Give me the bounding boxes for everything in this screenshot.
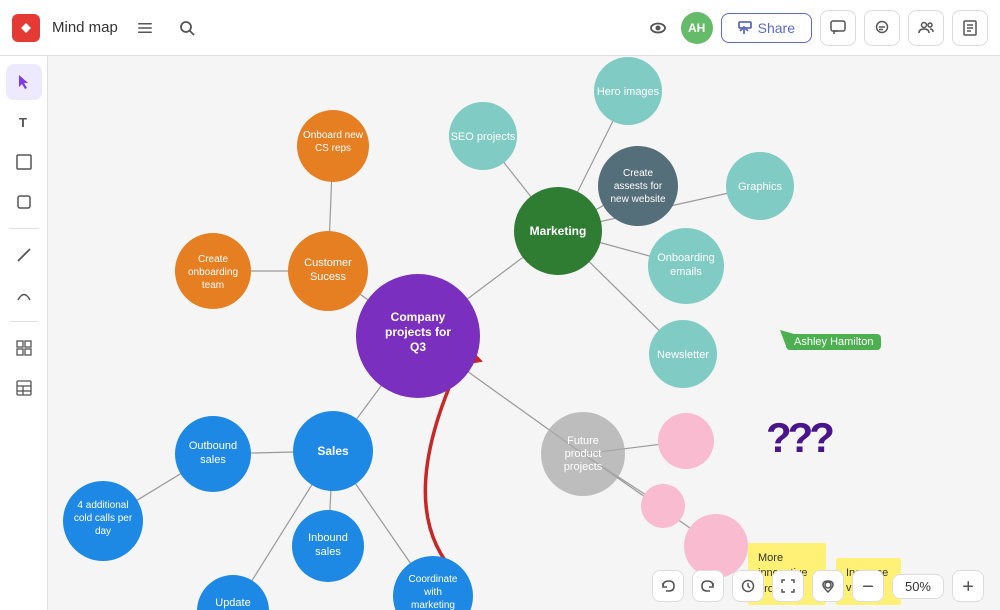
toolbar-right: AH Share — [643, 10, 988, 46]
tool-cursor[interactable] — [6, 64, 42, 100]
bottom-toolbar: 50% — [636, 562, 1000, 610]
history-button[interactable] — [732, 570, 764, 602]
undo-button[interactable] — [652, 570, 684, 602]
svg-text:Marketing: Marketing — [530, 224, 587, 238]
svg-text:Inbound: Inbound — [308, 532, 348, 544]
app-title: Mind map — [52, 19, 118, 36]
tool-text[interactable]: T — [6, 104, 42, 140]
svg-text:Hero images: Hero images — [597, 86, 660, 98]
svg-text:marketing: marketing — [411, 600, 455, 610]
sidebar: T — [0, 56, 48, 610]
zoom-in-button[interactable] — [952, 570, 984, 602]
svg-text:Create: Create — [623, 168, 653, 179]
svg-text:T: T — [19, 115, 27, 130]
svg-text:sales: sales — [315, 546, 341, 558]
svg-text:CS reps: CS reps — [315, 143, 351, 154]
svg-text:Newsletter: Newsletter — [657, 349, 709, 361]
share-label: Share — [758, 20, 795, 36]
svg-text:4 additional: 4 additional — [77, 500, 128, 511]
svg-text:Outbound: Outbound — [189, 440, 237, 452]
svg-text:product: product — [565, 448, 602, 460]
avatar-button[interactable]: AH — [681, 12, 713, 44]
svg-text:Onboard new: Onboard new — [303, 130, 364, 141]
svg-text:assests for: assests for — [614, 181, 663, 192]
fit-button[interactable] — [772, 570, 804, 602]
menu-button[interactable] — [130, 13, 160, 43]
svg-text:Create: Create — [198, 254, 228, 265]
tool-table[interactable] — [6, 370, 42, 406]
svg-text:projects for: projects for — [385, 325, 451, 339]
svg-text:sales: sales — [200, 454, 226, 466]
svg-text:emails: emails — [670, 266, 702, 278]
cursor-label: Ashley Hamilton — [786, 334, 881, 350]
toolbar-left: Mind map — [12, 13, 202, 43]
svg-text:Update: Update — [215, 597, 250, 609]
docs-button[interactable] — [952, 10, 988, 46]
eye-button[interactable] — [643, 13, 673, 43]
svg-text:projects: projects — [564, 461, 603, 473]
svg-text:day: day — [95, 526, 111, 537]
svg-text:Future: Future — [567, 435, 599, 447]
app-logo — [12, 14, 40, 42]
comment-button[interactable] — [820, 10, 856, 46]
svg-text:Sucess: Sucess — [310, 271, 347, 283]
question-marks: ??? — [766, 414, 831, 462]
svg-text:onboarding: onboarding — [188, 267, 238, 278]
svg-text:Graphics: Graphics — [738, 181, 783, 193]
svg-text:Customer: Customer — [304, 257, 352, 269]
svg-text:Coordinate: Coordinate — [409, 574, 458, 585]
mindmap-svg: Company projects for Q3 Marketing Sales … — [48, 56, 1000, 610]
zoom-display: 50% — [892, 574, 944, 599]
location-button[interactable] — [812, 570, 844, 602]
tool-connector[interactable] — [6, 277, 42, 313]
svg-text:Company: Company — [391, 310, 446, 324]
svg-text:with: with — [423, 587, 442, 598]
people-button[interactable] — [908, 10, 944, 46]
svg-text:Q3: Q3 — [410, 340, 426, 354]
zoom-out-button[interactable] — [852, 570, 884, 602]
svg-text:new website: new website — [610, 194, 665, 205]
redo-button[interactable] — [692, 570, 724, 602]
svg-text:team: team — [202, 280, 224, 291]
svg-text:cold calls per: cold calls per — [74, 513, 133, 524]
tool-shape[interactable] — [6, 184, 42, 220]
svg-text:Onboarding: Onboarding — [657, 252, 715, 264]
chat-button[interactable] — [864, 10, 900, 46]
svg-text:Sales: Sales — [317, 444, 349, 458]
canvas[interactable]: Company projects for Q3 Marketing Sales … — [48, 56, 1000, 610]
search-button[interactable] — [172, 13, 202, 43]
tool-line[interactable] — [6, 237, 42, 273]
toolbar: Mind map AH Share — [0, 0, 1000, 56]
tool-grid[interactable] — [6, 330, 42, 366]
svg-text:SEO projects: SEO projects — [451, 131, 516, 143]
share-button[interactable]: Share — [721, 13, 812, 43]
tool-sticky[interactable] — [6, 144, 42, 180]
